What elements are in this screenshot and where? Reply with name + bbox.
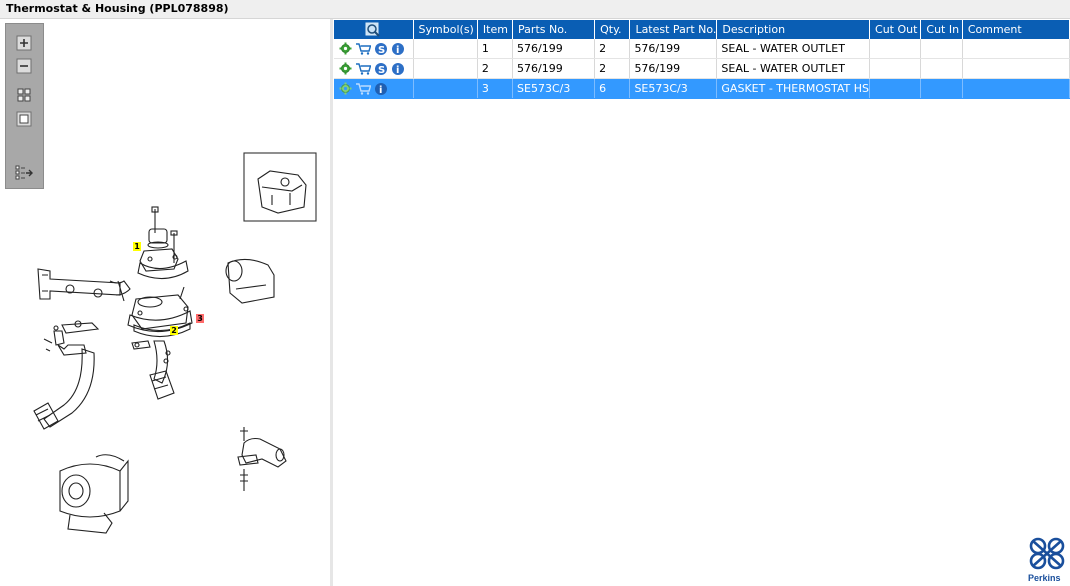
fit-all-button[interactable] bbox=[14, 86, 34, 104]
column-header-comment[interactable]: Comment bbox=[962, 20, 1070, 39]
column-header-cut-in[interactable]: Cut In bbox=[920, 20, 963, 39]
gear-icon[interactable] bbox=[339, 42, 352, 55]
cart-icon[interactable] bbox=[355, 42, 371, 55]
search-parts-icon bbox=[365, 22, 380, 37]
qty-cell: 6 bbox=[594, 78, 631, 99]
symbols-cell bbox=[413, 58, 478, 79]
column-header-symbols[interactable]: Symbol(s) bbox=[413, 20, 478, 39]
brand-name: Perkins bbox=[1028, 573, 1061, 583]
comment-cell bbox=[962, 78, 1070, 99]
info-icon[interactable]: i bbox=[391, 62, 405, 76]
cut-out-cell bbox=[869, 39, 922, 59]
column-header-actions[interactable] bbox=[334, 20, 414, 39]
column-header-latest-part-no[interactable]: Latest Part No. bbox=[629, 20, 718, 39]
supersession-icon[interactable]: S bbox=[374, 42, 388, 56]
table-row-selected[interactable]: i 3 SE573C/3 6 SE573C/3 GASKET - THERMOS… bbox=[334, 78, 1070, 99]
svg-text:i: i bbox=[396, 45, 399, 56]
cut-in-cell bbox=[920, 78, 963, 99]
plus-icon bbox=[16, 35, 32, 51]
cut-in-cell bbox=[920, 39, 963, 59]
window-title: Thermostat & Housing (PPL078898) bbox=[6, 2, 229, 15]
zoom-in-button[interactable] bbox=[14, 34, 34, 52]
svg-text:i: i bbox=[379, 85, 382, 96]
item-cell: 1 bbox=[477, 39, 514, 59]
row-actions-cell: Si bbox=[334, 58, 414, 79]
latest-part-no-cell: 576/199 bbox=[629, 58, 718, 79]
comment-cell bbox=[962, 58, 1070, 79]
svg-text:S: S bbox=[378, 65, 385, 76]
item-cell: 3 bbox=[477, 78, 514, 99]
cut-in-cell bbox=[920, 58, 963, 79]
description-cell: SEAL - WATER OUTLET bbox=[716, 39, 871, 59]
window-titlebar: Thermostat & Housing (PPL078898) bbox=[0, 0, 1070, 19]
column-header-parts-no[interactable]: Parts No. bbox=[512, 20, 596, 39]
export-list-icon bbox=[15, 165, 33, 180]
cut-out-cell bbox=[869, 78, 922, 99]
supersession-icon[interactable]: S bbox=[374, 62, 388, 76]
square-icon bbox=[16, 111, 32, 127]
parts-no-cell: SE573C/3 bbox=[512, 78, 596, 99]
perkins-logo-mark bbox=[1029, 537, 1065, 570]
column-header-description[interactable]: Description bbox=[716, 20, 871, 39]
comment-cell bbox=[962, 39, 1070, 59]
svg-text:S: S bbox=[378, 45, 385, 56]
gear-icon[interactable] bbox=[339, 82, 352, 95]
info-icon[interactable]: i bbox=[391, 42, 405, 56]
grid-icon bbox=[17, 88, 31, 102]
column-header-item[interactable]: Item bbox=[477, 20, 514, 39]
symbols-cell bbox=[413, 78, 478, 99]
callout-1[interactable]: 1 bbox=[133, 242, 141, 251]
info-icon[interactable]: i bbox=[374, 82, 388, 96]
cut-out-cell bbox=[869, 58, 922, 79]
parts-no-cell: 576/199 bbox=[512, 39, 596, 59]
latest-part-no-cell: SE573C/3 bbox=[629, 78, 718, 99]
viewer-toolbar bbox=[5, 23, 44, 189]
table-row[interactable]: Si 2 576/199 2 576/199 SEAL - WATER OUTL… bbox=[334, 58, 1070, 79]
parts-no-cell: 576/199 bbox=[512, 58, 596, 79]
item-cell: 2 bbox=[477, 58, 514, 79]
description-cell: SEAL - WATER OUTLET bbox=[716, 58, 871, 79]
column-header-qty[interactable]: Qty. bbox=[594, 20, 631, 39]
table-row[interactable]: Si 1 576/199 2 576/199 SEAL - WATER OUTL… bbox=[334, 39, 1070, 59]
callout-3[interactable]: 3 bbox=[196, 314, 204, 323]
fit-window-button[interactable] bbox=[14, 110, 34, 128]
zoom-out-button[interactable] bbox=[14, 57, 34, 75]
perkins-logo: Perkins bbox=[1025, 536, 1070, 586]
row-actions-cell: Si bbox=[334, 39, 414, 59]
cart-icon[interactable] bbox=[355, 82, 371, 95]
minus-icon bbox=[16, 58, 32, 74]
cart-icon[interactable] bbox=[355, 62, 371, 75]
latest-part-no-cell: 576/199 bbox=[629, 39, 718, 59]
export-button[interactable] bbox=[14, 163, 34, 181]
qty-cell: 2 bbox=[594, 58, 631, 79]
description-cell: GASKET - THERMOSTAT HS bbox=[716, 78, 871, 99]
diagram-pane[interactable]: 1 2 3 bbox=[0, 19, 333, 586]
symbols-cell bbox=[413, 39, 478, 59]
parts-list-pane: Symbol(s) Item Parts No. Qty. Latest Par… bbox=[333, 19, 1070, 586]
callout-2[interactable]: 2 bbox=[170, 326, 178, 335]
qty-cell: 2 bbox=[594, 39, 631, 59]
exploded-parts-diagram bbox=[33, 152, 317, 534]
table-header-row: Symbol(s) Item Parts No. Qty. Latest Par… bbox=[334, 20, 1070, 39]
parts-table: Symbol(s) Item Parts No. Qty. Latest Par… bbox=[334, 20, 1070, 99]
svg-text:i: i bbox=[396, 65, 399, 76]
gear-icon[interactable] bbox=[339, 62, 352, 75]
column-header-cut-out[interactable]: Cut Out bbox=[869, 20, 922, 39]
row-actions-cell: i bbox=[334, 78, 414, 99]
